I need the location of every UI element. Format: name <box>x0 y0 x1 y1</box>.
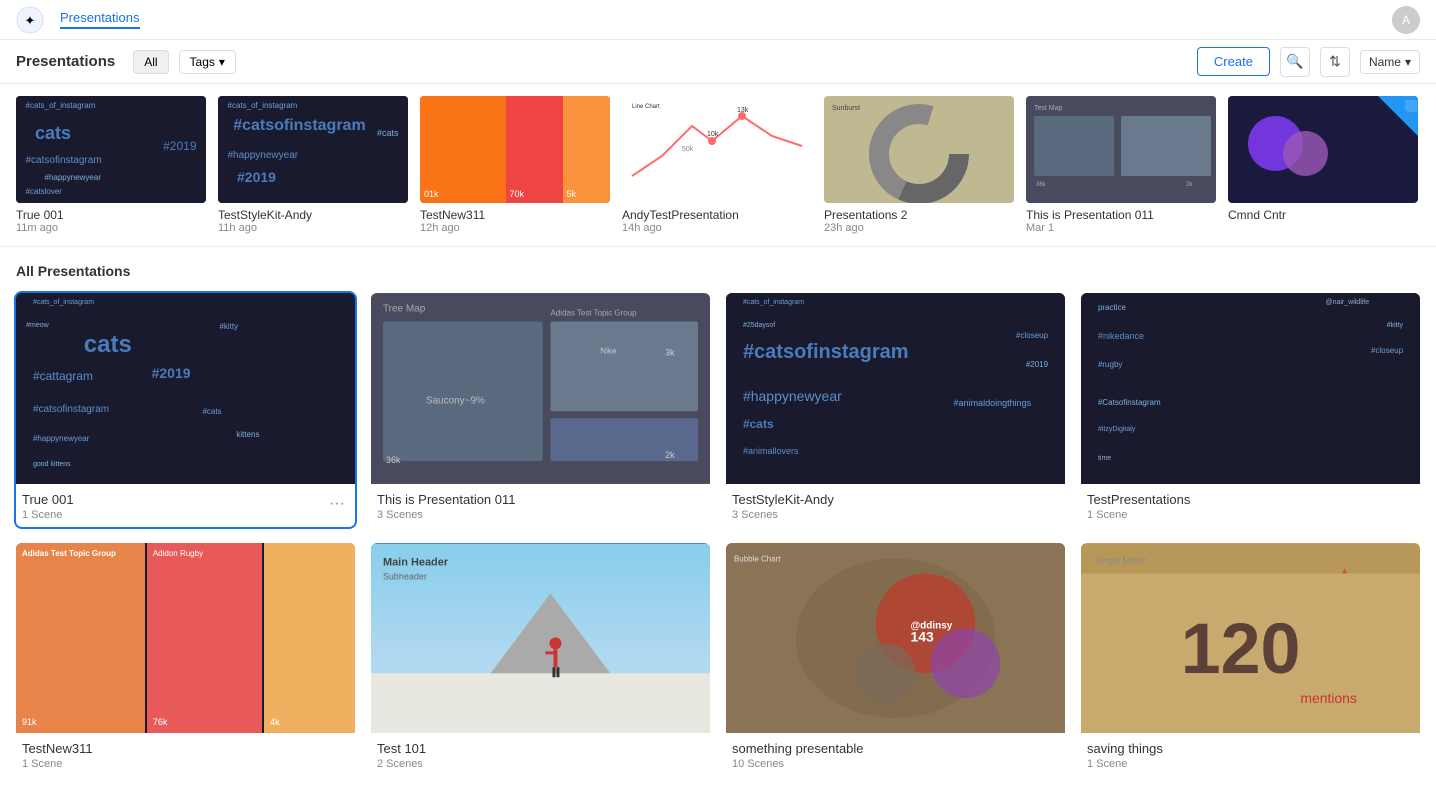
presentation-card[interactable]: Single Metric 120 mentions ▲ saving thin… <box>1081 543 1420 777</box>
presentation-scenes: 1 Scene <box>1087 758 1163 770</box>
svg-text:Test Map: Test Map <box>1034 105 1063 112</box>
svg-text:Bubble Chart: Bubble Chart <box>734 554 781 563</box>
svg-text:143: 143 <box>910 628 934 644</box>
presentation-name: True 001 <box>22 492 74 507</box>
svg-text:36k: 36k <box>386 455 401 465</box>
recent-card[interactable]: Cmnd Cntr <box>1228 96 1418 234</box>
svg-text:120: 120 <box>1181 609 1301 689</box>
svg-text:Saucony~9%: Saucony~9% <box>426 395 485 406</box>
main-section: All Presentations #cats_of_instagram #me… <box>0 247 1436 792</box>
svg-text:Tree Map: Tree Map <box>383 304 426 315</box>
presentation-card[interactable]: Tree Map 36k 3k Nike 2k Saucony~9% Adida… <box>371 293 710 527</box>
presentation-thumbnail: Single Metric 120 mentions ▲ <box>1081 543 1420 734</box>
recent-strip: #cats_of_instagram cats #catsofinstagram… <box>0 84 1436 247</box>
svg-text:3k: 3k <box>665 347 675 357</box>
sort-icon[interactable]: ⇅ <box>1320 47 1350 77</box>
svg-text:2k: 2k <box>665 450 675 460</box>
presentation-scenes: 10 Scenes <box>732 758 864 770</box>
presentation-name: something presentable <box>732 741 864 756</box>
presentation-scenes: 1 Scene <box>22 758 93 770</box>
recent-card[interactable]: 01k 70k 5k TestNew311 12h ago <box>420 96 610 234</box>
sort-chevron-icon <box>1405 55 1411 69</box>
more-options-button[interactable]: ··· <box>325 492 349 516</box>
presentation-name: TestStyleKit-Andy <box>732 492 834 507</box>
sort-select[interactable]: Name <box>1360 50 1420 74</box>
toolbar: Presentations All Tags Create 🔍 ⇅ Name <box>0 40 1436 84</box>
recent-thumb-img: 01k 70k 5k <box>420 96 610 203</box>
svg-text:13k: 13k <box>737 107 749 114</box>
presentation-name: TestNew311 <box>22 741 93 756</box>
presentation-name: Test 101 <box>377 741 426 756</box>
page-title: Presentations <box>16 53 115 70</box>
presentation-thumbnail: Main Header Subheader <box>371 543 710 734</box>
presentation-card[interactable]: #cats_of_instagram #meow cats #kitty #ca… <box>16 293 355 527</box>
recent-card[interactable]: Line Chart 10k 13k 50k AndyTestPresentat… <box>622 96 812 234</box>
user-avatar[interactable]: A <box>1392 6 1420 34</box>
presentation-card[interactable]: Bubble Chart @ddinsy 143 something prese… <box>726 543 1065 777</box>
presentation-thumbnail: Tree Map 36k 3k Nike 2k Saucony~9% Adida… <box>371 293 710 484</box>
presentation-thumbnail: @nair_wildlife #kitty #closeup practice … <box>1081 293 1420 484</box>
create-button[interactable]: Create <box>1197 47 1270 76</box>
presentation-card[interactable]: Main Header Subheader Test 101 2 Scenes <box>371 543 710 777</box>
recent-thumb-img: #cats_of_instagram #catsofinstagram #hap… <box>218 96 408 203</box>
svg-text:mentions: mentions <box>1300 690 1357 706</box>
svg-text:50k: 50k <box>682 146 694 153</box>
presentations-grid: #cats_of_instagram #meow cats #kitty #ca… <box>16 293 1420 776</box>
recent-thumb-img: #cats_of_instagram cats #catsofinstagram… <box>16 96 206 203</box>
recent-card[interactable]: Test Map 36k 2k This is Presentation 011… <box>1026 96 1216 234</box>
svg-text:Single Metric: Single Metric <box>1095 555 1147 565</box>
presentation-name: This is Presentation 011 <box>377 492 516 507</box>
presentation-card[interactable]: #cats_of_instagram #25daysof #catsofinst… <box>726 293 1065 527</box>
presentation-thumbnail: #cats_of_instagram #meow cats #kitty #ca… <box>16 293 355 484</box>
recent-thumb-img: Line Chart 10k 13k 50k <box>622 96 812 203</box>
presentation-name: TestPresentations <box>1087 492 1190 507</box>
svg-text:Adidas Test Topic Group: Adidas Test Topic Group <box>550 309 637 318</box>
presentation-card[interactable]: @nair_wildlife #kitty #closeup practice … <box>1081 293 1420 527</box>
presentation-thumbnail: #cats_of_instagram #25daysof #catsofinst… <box>726 293 1065 484</box>
svg-text:36k: 36k <box>1036 182 1047 188</box>
svg-text:Sunburst: Sunburst <box>832 105 860 112</box>
presentation-card[interactable]: Adidas Test Topic Group 91k Adidon Rugby… <box>16 543 355 777</box>
presentation-scenes: 1 Scene <box>1087 509 1190 521</box>
presentation-thumbnail: Bubble Chart @ddinsy 143 <box>726 543 1065 734</box>
presentation-scenes: 2 Scenes <box>377 758 426 770</box>
svg-text:Nike: Nike <box>600 346 617 355</box>
presentation-thumbnail: Adidas Test Topic Group 91k Adidon Rugby… <box>16 543 355 734</box>
svg-text:Main Header: Main Header <box>383 556 449 568</box>
presentation-scenes: 1 Scene <box>22 509 74 521</box>
svg-text:10k: 10k <box>707 131 719 138</box>
all-presentations-title: All Presentations <box>16 263 1420 279</box>
presentation-name: saving things <box>1087 741 1163 756</box>
recent-card[interactable]: #cats_of_instagram #catsofinstagram #hap… <box>218 96 408 234</box>
presentation-scenes: 3 Scenes <box>732 509 834 521</box>
presentation-scenes: 3 Scenes <box>377 509 516 521</box>
recent-thumb-img: Test Map 36k 2k <box>1026 96 1216 203</box>
tags-chevron-icon <box>219 55 225 69</box>
app-logo[interactable]: ✦ <box>16 6 44 34</box>
presentations-tab[interactable]: Presentations <box>60 10 140 29</box>
svg-text:2k: 2k <box>1186 182 1193 188</box>
svg-text:▲: ▲ <box>1340 565 1349 575</box>
svg-text:Line Chart: Line Chart <box>632 104 660 110</box>
search-button[interactable]: 🔍 <box>1280 47 1310 77</box>
recent-card[interactable]: #cats_of_instagram cats #catsofinstagram… <box>16 96 206 234</box>
recent-thumb-img: Sunburst <box>824 96 1014 203</box>
all-filter-btn[interactable]: All <box>133 50 168 74</box>
tags-filter-btn[interactable]: Tags <box>179 50 236 74</box>
recent-card[interactable]: Sunburst Presentations 2 23h ago <box>824 96 1014 234</box>
top-nav: ✦ Presentations A <box>0 0 1436 40</box>
svg-text:Subheader: Subheader <box>383 571 427 581</box>
svg-text:✦: ✦ <box>25 13 36 28</box>
